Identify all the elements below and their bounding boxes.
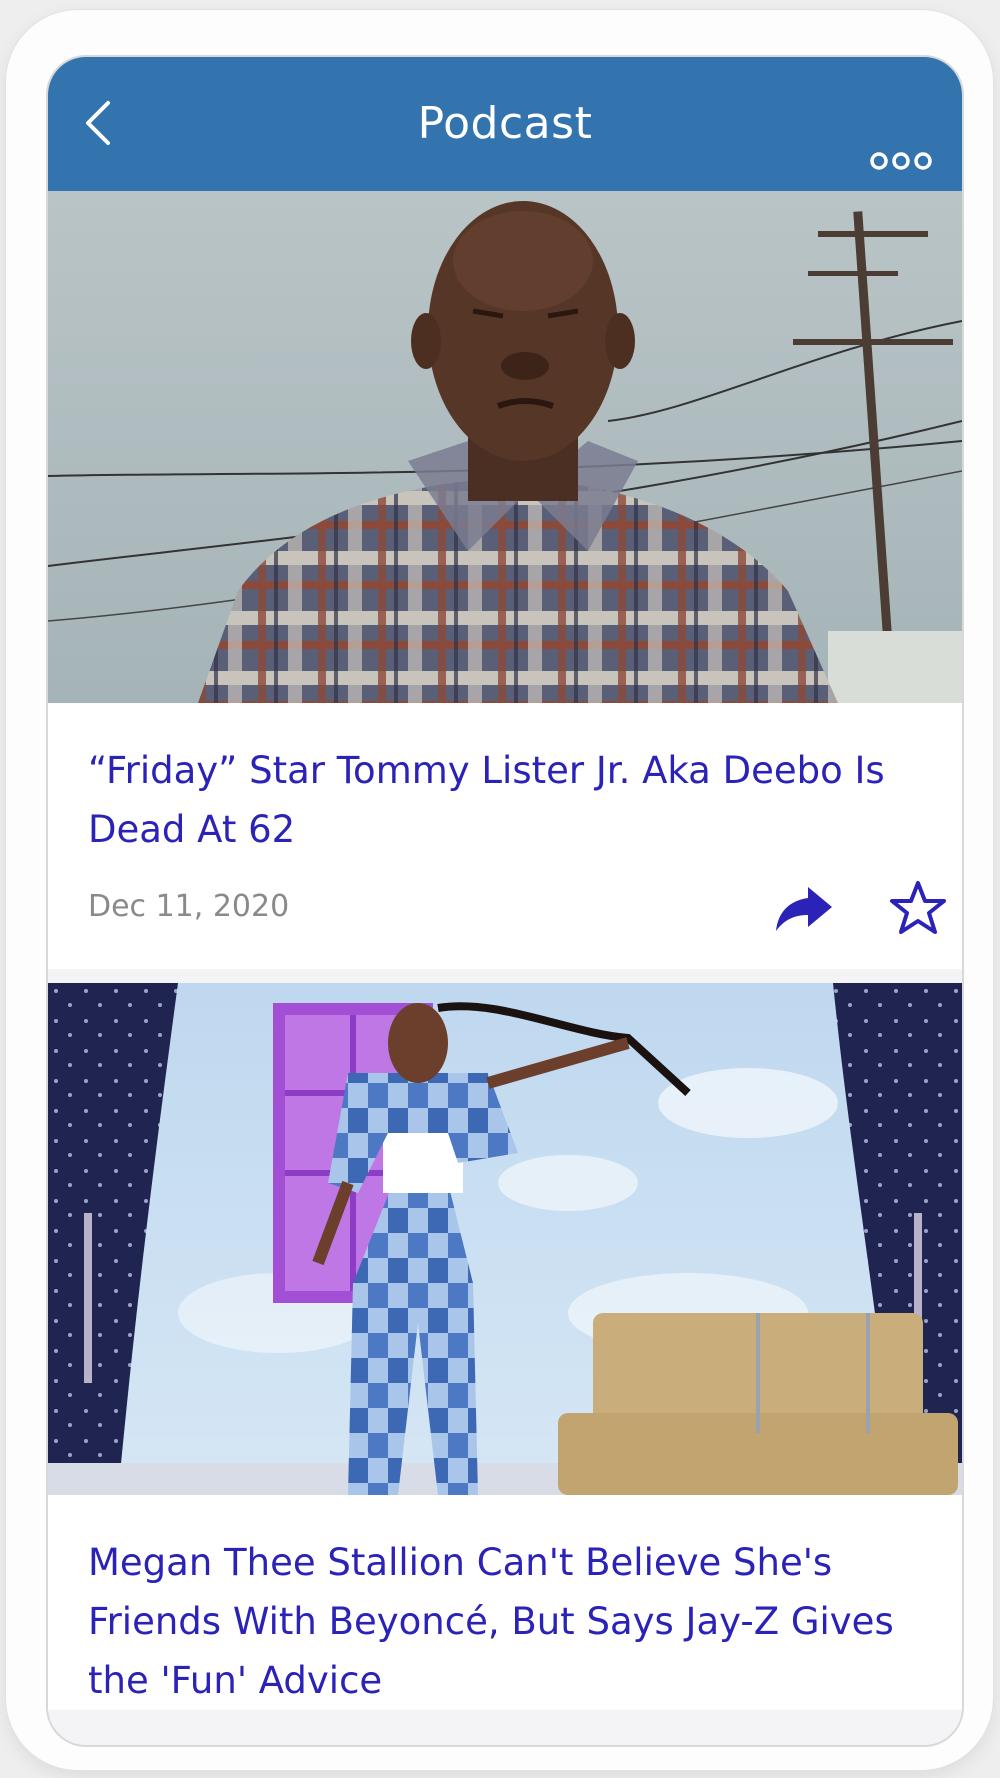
podcast-feed: “Friday” Star Tommy Lister Jr. Aka Deebo…: [48, 191, 962, 1710]
article-date: Dec 11, 2020: [88, 889, 290, 924]
share-arrow-icon: [776, 887, 832, 931]
article-title[interactable]: “Friday” Star Tommy Lister Jr. Aka Deebo…: [88, 741, 922, 859]
article-image[interactable]: [48, 983, 962, 1495]
phone-frame: Podcast “Friday” Star Tommy Lister Jr. A…: [6, 10, 993, 1770]
back-button[interactable]: [70, 91, 134, 155]
article-title[interactable]: Megan Thee Stallion Can't Believe She's …: [88, 1533, 922, 1710]
app-screen: Podcast “Friday” Star Tommy Lister Jr. A…: [46, 55, 964, 1747]
page-title: Podcast: [417, 98, 593, 149]
article-image[interactable]: [48, 191, 962, 703]
share-button[interactable]: [774, 883, 834, 935]
card-body: Megan Thee Stallion Can't Believe She's …: [48, 1495, 962, 1710]
more-horizontal-icon: [870, 152, 932, 170]
favorite-button[interactable]: [888, 879, 948, 937]
card-meta: Dec 11, 2020: [88, 859, 946, 969]
article-image-deebo: [48, 191, 962, 703]
star-outline-icon: [890, 881, 946, 934]
card-body: “Friday” Star Tommy Lister Jr. Aka Deebo…: [48, 703, 962, 969]
feed-card: Megan Thee Stallion Can't Believe She's …: [48, 983, 962, 1710]
app-header: Podcast: [48, 57, 962, 191]
chevron-left-icon: [86, 101, 110, 145]
article-image-megan: [48, 983, 962, 1495]
feed-card: “Friday” Star Tommy Lister Jr. Aka Deebo…: [48, 191, 962, 969]
more-options-button[interactable]: [868, 145, 944, 197]
